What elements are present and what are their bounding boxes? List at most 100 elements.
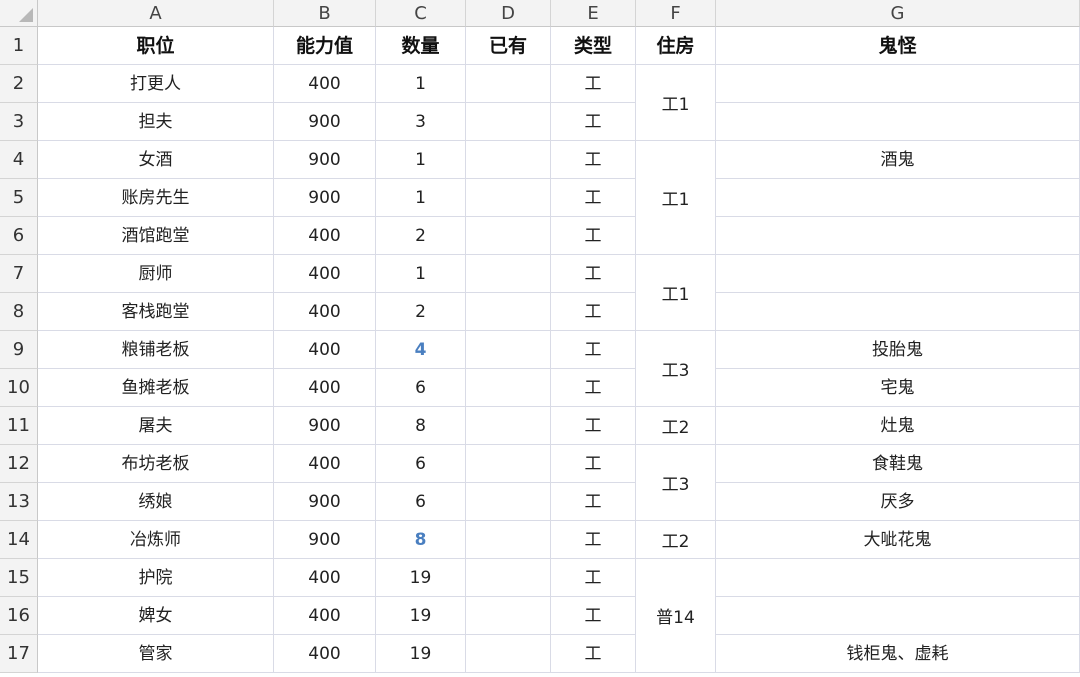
cell-d17[interactable] [466, 635, 551, 673]
cell-d7[interactable] [466, 255, 551, 293]
cell-g3[interactable] [716, 103, 1080, 141]
cell-a13[interactable]: 绣娘 [38, 483, 274, 521]
column-header-a[interactable]: A [38, 0, 274, 27]
cell-e17[interactable]: 工 [551, 635, 636, 673]
merged-housing-cell[interactable]: 工1 [636, 65, 716, 141]
cell-c4[interactable]: 1 [376, 141, 466, 179]
cell-c15[interactable]: 19 [376, 559, 466, 597]
cell-g11[interactable]: 灶鬼 [716, 407, 1080, 445]
cell-g17[interactable]: 钱柜鬼、虚耗 [716, 635, 1080, 673]
header-cell-f[interactable]: 住房 [636, 27, 716, 65]
row-header-11[interactable]: 11 [0, 407, 38, 445]
cell-g5[interactable] [716, 179, 1080, 217]
cell-g13[interactable]: 厌多 [716, 483, 1080, 521]
cell-a2[interactable]: 打更人 [38, 65, 274, 103]
cell-e8[interactable]: 工 [551, 293, 636, 331]
cell-g12[interactable]: 食鞋鬼 [716, 445, 1080, 483]
row-header-14[interactable]: 14 [0, 521, 38, 559]
merged-housing-cell[interactable]: 工1 [636, 141, 716, 255]
cell-g6[interactable] [716, 217, 1080, 255]
cell-a5[interactable]: 账房先生 [38, 179, 274, 217]
cell-c3[interactable]: 3 [376, 103, 466, 141]
cell-d15[interactable] [466, 559, 551, 597]
cell-c11[interactable]: 8 [376, 407, 466, 445]
merged-housing-cell[interactable]: 工2 [636, 407, 716, 445]
header-cell-b[interactable]: 能力值 [274, 27, 376, 65]
row-header-13[interactable]: 13 [0, 483, 38, 521]
header-cell-d[interactable]: 已有 [466, 27, 551, 65]
cell-c13[interactable]: 6 [376, 483, 466, 521]
cell-e13[interactable]: 工 [551, 483, 636, 521]
row-header-2[interactable]: 2 [0, 65, 38, 103]
row-header-4[interactable]: 4 [0, 141, 38, 179]
cell-d5[interactable] [466, 179, 551, 217]
cell-g16[interactable] [716, 597, 1080, 635]
cell-c9[interactable]: 4 [376, 331, 466, 369]
cell-e9[interactable]: 工 [551, 331, 636, 369]
cell-b7[interactable]: 400 [274, 255, 376, 293]
cell-d9[interactable] [466, 331, 551, 369]
cell-c2[interactable]: 1 [376, 65, 466, 103]
cell-g15[interactable] [716, 559, 1080, 597]
header-cell-a[interactable]: 职位 [38, 27, 274, 65]
cell-e14[interactable]: 工 [551, 521, 636, 559]
column-header-d[interactable]: D [466, 0, 551, 27]
cell-d14[interactable] [466, 521, 551, 559]
cell-d12[interactable] [466, 445, 551, 483]
row-header-6[interactable]: 6 [0, 217, 38, 255]
cell-e10[interactable]: 工 [551, 369, 636, 407]
cell-d13[interactable] [466, 483, 551, 521]
merged-housing-cell[interactable]: 工2 [636, 521, 716, 559]
cell-d10[interactable] [466, 369, 551, 407]
cell-e12[interactable]: 工 [551, 445, 636, 483]
cell-b13[interactable]: 900 [274, 483, 376, 521]
cell-a8[interactable]: 客栈跑堂 [38, 293, 274, 331]
cell-g9[interactable]: 投胎鬼 [716, 331, 1080, 369]
cell-b16[interactable]: 400 [274, 597, 376, 635]
cell-e11[interactable]: 工 [551, 407, 636, 445]
cell-d4[interactable] [466, 141, 551, 179]
cell-a11[interactable]: 屠夫 [38, 407, 274, 445]
row-header-12[interactable]: 12 [0, 445, 38, 483]
cell-e6[interactable]: 工 [551, 217, 636, 255]
cell-b9[interactable]: 400 [274, 331, 376, 369]
cell-e3[interactable]: 工 [551, 103, 636, 141]
cell-b11[interactable]: 900 [274, 407, 376, 445]
merged-housing-cell[interactable]: 工3 [636, 331, 716, 407]
column-header-c[interactable]: C [376, 0, 466, 27]
cell-a6[interactable]: 酒馆跑堂 [38, 217, 274, 255]
cell-c7[interactable]: 1 [376, 255, 466, 293]
cell-b15[interactable]: 400 [274, 559, 376, 597]
cell-d8[interactable] [466, 293, 551, 331]
cell-e7[interactable]: 工 [551, 255, 636, 293]
cell-a4[interactable]: 女酒 [38, 141, 274, 179]
cell-b17[interactable]: 400 [274, 635, 376, 673]
header-cell-c[interactable]: 数量 [376, 27, 466, 65]
column-header-g[interactable]: G [716, 0, 1080, 27]
cell-d11[interactable] [466, 407, 551, 445]
cell-a12[interactable]: 布坊老板 [38, 445, 274, 483]
cell-a16[interactable]: 婢女 [38, 597, 274, 635]
row-header-10[interactable]: 10 [0, 369, 38, 407]
cell-a15[interactable]: 护院 [38, 559, 274, 597]
cell-c14[interactable]: 8 [376, 521, 466, 559]
cell-a17[interactable]: 管家 [38, 635, 274, 673]
row-header-8[interactable]: 8 [0, 293, 38, 331]
cell-b12[interactable]: 400 [274, 445, 376, 483]
cell-e2[interactable]: 工 [551, 65, 636, 103]
cell-c5[interactable]: 1 [376, 179, 466, 217]
cell-b4[interactable]: 900 [274, 141, 376, 179]
cell-b3[interactable]: 900 [274, 103, 376, 141]
row-header-3[interactable]: 3 [0, 103, 38, 141]
cell-c16[interactable]: 19 [376, 597, 466, 635]
cell-b5[interactable]: 900 [274, 179, 376, 217]
cell-e4[interactable]: 工 [551, 141, 636, 179]
cell-g10[interactable]: 宅鬼 [716, 369, 1080, 407]
cell-b2[interactable]: 400 [274, 65, 376, 103]
header-cell-e[interactable]: 类型 [551, 27, 636, 65]
cell-d16[interactable] [466, 597, 551, 635]
cell-b8[interactable]: 400 [274, 293, 376, 331]
cell-g8[interactable] [716, 293, 1080, 331]
row-header-9[interactable]: 9 [0, 331, 38, 369]
cell-g4[interactable]: 酒鬼 [716, 141, 1080, 179]
